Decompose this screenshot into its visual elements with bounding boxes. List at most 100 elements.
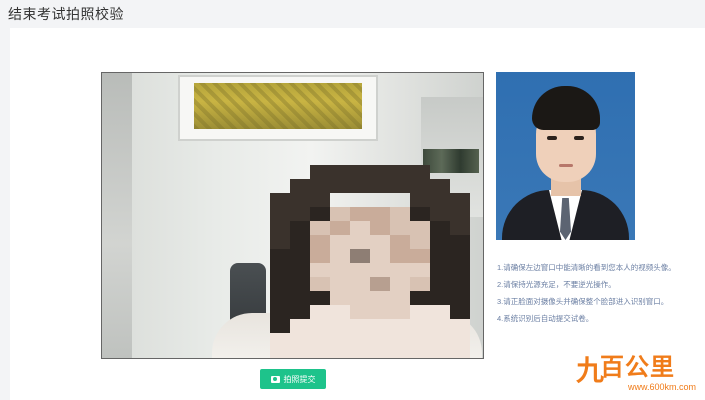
pixel-block	[330, 165, 350, 179]
pixel-block	[350, 179, 370, 193]
pixel-block	[270, 207, 290, 221]
watermark-brand: 百公里	[600, 354, 675, 381]
instruction-item: 2.请保持光源充足，不要逆光操作。	[497, 280, 616, 289]
id-eye-left	[547, 136, 557, 140]
pixel-block	[410, 347, 430, 358]
pixel-block	[430, 263, 450, 277]
pixel-block	[410, 277, 430, 291]
pixel-block	[350, 305, 370, 319]
pixel-block	[410, 249, 430, 263]
pixel-block	[350, 277, 370, 291]
pixel-block	[330, 193, 350, 207]
pixel-block	[310, 249, 330, 263]
pixel-block	[410, 263, 430, 277]
pixel-block	[430, 193, 450, 207]
camera-feed	[101, 72, 484, 359]
pixel-block	[410, 305, 430, 319]
pixel-block	[330, 207, 350, 221]
pixel-block	[330, 235, 350, 249]
id-eye-right	[574, 136, 584, 140]
instruction-item: 1.请确保左边窗口中能清晰的看到您本人的视频头像。	[497, 263, 676, 272]
pixel-block	[450, 305, 470, 319]
pixel-block	[330, 305, 350, 319]
instruction-item: 3.请正脸面对摄像头并确保整个脸部进入识别窗口。	[497, 297, 669, 306]
pixel-block	[430, 305, 450, 319]
pixel-block	[350, 319, 370, 333]
pixel-block	[370, 291, 390, 305]
pixel-block	[290, 319, 310, 333]
pixel-block	[370, 263, 390, 277]
pixel-block	[330, 179, 350, 193]
pixel-block	[310, 291, 330, 305]
pixel-block	[330, 249, 350, 263]
pixel-block	[290, 291, 310, 305]
pixel-block	[310, 319, 330, 333]
pixel-block	[370, 305, 390, 319]
pixel-block	[330, 263, 350, 277]
pixel-block	[390, 165, 410, 179]
watermark-url: www.600km.com	[628, 382, 697, 392]
pixel-block	[330, 277, 350, 291]
pixel-block	[270, 347, 290, 358]
pixel-block	[390, 179, 410, 193]
pixel-block	[430, 249, 450, 263]
pixel-block	[450, 193, 470, 207]
pixel-block	[390, 263, 410, 277]
camera-painting	[194, 83, 362, 129]
pixel-block	[410, 333, 430, 347]
pixel-block	[390, 333, 410, 347]
pixel-block	[390, 319, 410, 333]
pixel-block	[410, 221, 430, 235]
camera-door	[102, 73, 132, 358]
pixel-block	[390, 347, 410, 358]
pixel-block	[350, 347, 370, 358]
id-hair	[532, 86, 600, 130]
pixel-block	[390, 235, 410, 249]
pixel-block	[370, 207, 390, 221]
pixel-block	[370, 333, 390, 347]
pixel-block	[410, 207, 430, 221]
pixel-block	[310, 193, 330, 207]
pixel-block	[430, 319, 450, 333]
pixel-block	[270, 305, 290, 319]
pixel-block	[410, 235, 430, 249]
pixel-block	[330, 221, 350, 235]
take-photo-submit-button[interactable]: 拍照提交	[260, 369, 326, 389]
pixel-block	[450, 263, 470, 277]
pixel-block	[450, 165, 470, 179]
pixel-block	[290, 249, 310, 263]
pixel-block	[390, 277, 410, 291]
pixel-block	[270, 179, 290, 193]
pixel-block	[310, 179, 330, 193]
pixel-block	[370, 193, 390, 207]
pixel-block	[390, 305, 410, 319]
pixel-block	[430, 347, 450, 358]
pixel-block	[310, 221, 330, 235]
pixel-block	[370, 179, 390, 193]
pixel-block	[270, 165, 290, 179]
pixel-block	[310, 277, 330, 291]
pixel-block	[270, 319, 290, 333]
pixel-block	[450, 207, 470, 221]
pixel-block	[410, 165, 430, 179]
pixel-block	[310, 263, 330, 277]
pixel-block	[430, 207, 450, 221]
pixel-block	[450, 333, 470, 347]
pixel-block	[390, 221, 410, 235]
pixel-block	[290, 165, 310, 179]
pixel-block	[270, 263, 290, 277]
instruction-item: 4.系统识别后自动提交试卷。	[497, 314, 594, 323]
pixel-block	[330, 319, 350, 333]
pixel-block	[290, 221, 310, 235]
pixel-block	[350, 235, 370, 249]
pixel-block	[370, 249, 390, 263]
pixel-block	[370, 347, 390, 358]
pixel-block	[310, 235, 330, 249]
pixel-block	[350, 193, 370, 207]
pixel-block	[310, 333, 330, 347]
pixel-block	[270, 235, 290, 249]
pixel-block	[370, 221, 390, 235]
pixel-block	[270, 249, 290, 263]
pixel-block	[290, 263, 310, 277]
pixel-block	[290, 277, 310, 291]
